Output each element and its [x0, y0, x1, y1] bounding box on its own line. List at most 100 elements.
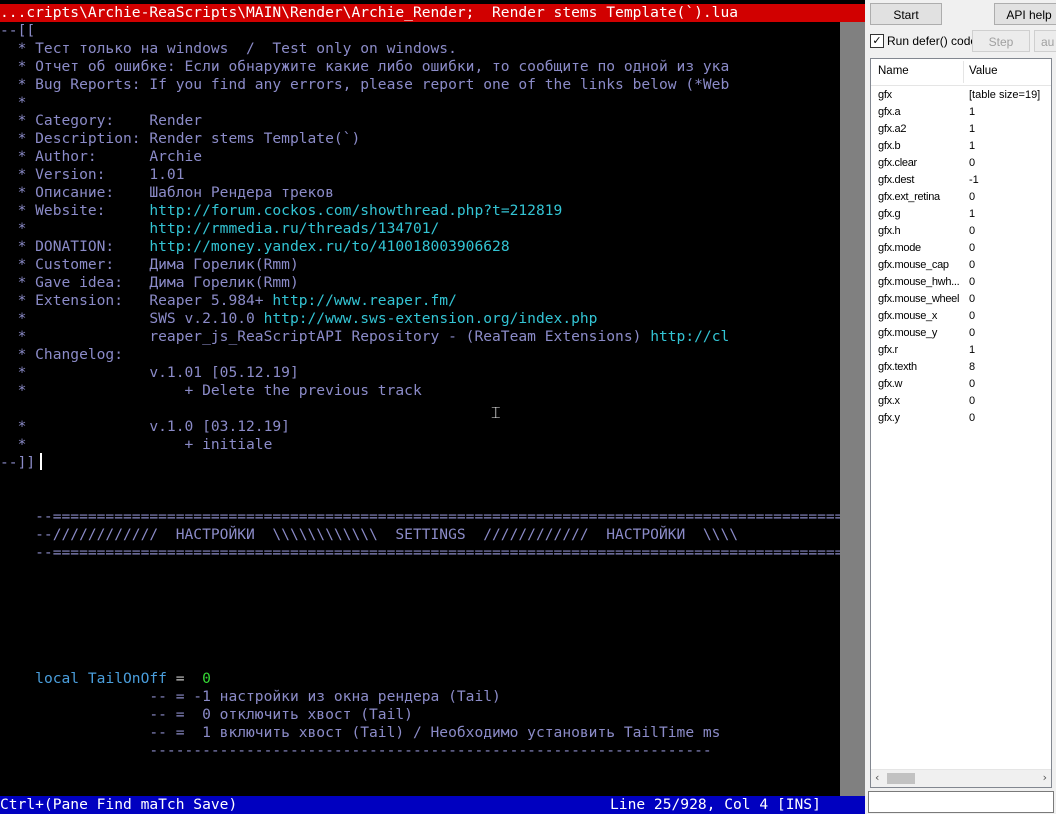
code-line[interactable]: * Version: 1.01: [0, 166, 185, 184]
code-line[interactable]: --//////////// НАСТРОЙКИ \\\\\\\\\\\\ SE…: [0, 526, 738, 544]
scroll-left-icon[interactable]: ‹: [875, 771, 879, 784]
code-token: =: [175, 670, 194, 687]
watch-value: 0: [969, 327, 976, 339]
watch-row[interactable]: gfx [table size=19]: [871, 87, 1051, 104]
code-line[interactable]: *: [0, 94, 27, 112]
watch-row[interactable]: gfx.mouse_hwh... 0: [871, 274, 1051, 291]
watch-header: Name Value: [871, 59, 1051, 86]
code-line[interactable]: * Customer: Дима Горелик(Rmm): [0, 256, 299, 274]
code-line[interactable]: --]]: [0, 454, 35, 472]
watch-row[interactable]: gfx.h 0: [871, 223, 1051, 240]
auto-button[interactable]: au: [1034, 30, 1056, 52]
code-line[interactable]: * Gave idea: Дима Горелик(Rmm): [0, 274, 299, 292]
watch-name: gfx.r: [878, 344, 898, 356]
code-token: *: [0, 94, 27, 111]
code-line[interactable]: ----------------------------------------…: [0, 742, 711, 760]
watch-row[interactable]: gfx.x 0: [871, 393, 1051, 410]
watch-row[interactable]: gfx.b 1: [871, 138, 1051, 155]
watch-row[interactable]: gfx.mouse_wheel 0: [871, 291, 1051, 308]
code-line[interactable]: * Тест только на windows / Test only on …: [0, 40, 457, 58]
code-link[interactable]: http://www.sws-extension.org/index.php: [264, 310, 598, 327]
watch-name: gfx.x: [878, 395, 900, 407]
code-line[interactable]: --======================================…: [0, 544, 840, 562]
code-token: * Customer: Дима Горелик(Rmm): [0, 256, 299, 273]
scroll-thumb[interactable]: [887, 773, 915, 784]
code-line[interactable]: * http://rmmedia.ru/threads/134701/: [0, 220, 440, 238]
code-link[interactable]: http://cl: [650, 328, 729, 345]
code-token: --]]: [0, 454, 36, 471]
code-line[interactable]: * Author: Archie: [0, 148, 203, 166]
watch-row[interactable]: gfx.a2 1: [871, 121, 1051, 138]
code-area[interactable]: --[[ * Тест только на windows / Test onl…: [0, 22, 840, 796]
code-line[interactable]: * Отчет об ошибке: Если обнаружите какие…: [0, 58, 730, 76]
code-line[interactable]: * v.1.0 [03.12.19]: [0, 418, 290, 436]
code-line[interactable]: -- = -1 настройки из окна рендера (Tail): [0, 688, 500, 706]
api-help-button[interactable]: API help: [994, 3, 1056, 25]
watch-row[interactable]: gfx.r 1: [871, 342, 1051, 359]
eval-input[interactable]: [868, 791, 1054, 813]
watch-name: gfx: [878, 89, 892, 101]
scroll-right-icon[interactable]: ›: [1043, 771, 1047, 784]
checkbox-check-icon[interactable]: ✓: [870, 34, 884, 48]
watch-row[interactable]: gfx.a 1: [871, 104, 1051, 121]
code-line[interactable]: * Changelog:: [0, 346, 123, 364]
watch-row[interactable]: gfx.mouse_x 0: [871, 308, 1051, 325]
code-line[interactable]: local TailOnOff = 0: [0, 670, 211, 688]
watch-row[interactable]: gfx.w 0: [871, 376, 1051, 393]
code-token: -- = 1 включить хвост (Tail) / Необходим…: [0, 724, 721, 741]
watch-horizontal-scrollbar[interactable]: ‹ ›: [871, 769, 1051, 787]
code-line[interactable]: * DONATION: http://money.yandex.ru/to/41…: [0, 238, 510, 256]
code-line[interactable]: * Category: Render: [0, 112, 203, 130]
watch-value: 0: [969, 310, 976, 322]
watch-row[interactable]: gfx.g 1: [871, 206, 1051, 223]
code-editor[interactable]: ...cripts\Archie-ReaScripts\MAIN\Render\…: [0, 0, 865, 814]
watch-row[interactable]: gfx.dest -1: [871, 172, 1051, 189]
watch-row[interactable]: gfx.mouse_y 0: [871, 325, 1051, 342]
watch-row[interactable]: gfx.clear 0: [871, 155, 1051, 172]
code-link[interactable]: http://rmmedia.ru/threads/134701/: [149, 220, 439, 237]
watch-list[interactable]: Name Value gfx [table size=19] gfx.a 1 gfx.a…: [870, 58, 1052, 788]
code-token: * Website:: [0, 202, 150, 219]
code-line[interactable]: * Описание: Шаблон Рендера треков: [0, 184, 334, 202]
watch-row[interactable]: gfx.y 0: [871, 410, 1051, 427]
watch-value: 1: [969, 106, 976, 118]
column-header-name[interactable]: Name: [878, 65, 909, 77]
code-line[interactable]: * SWS v.2.10.0 http://www.sws-extension.…: [0, 310, 598, 328]
column-header-value[interactable]: Value: [969, 65, 998, 77]
step-button[interactable]: Step: [972, 30, 1030, 52]
code-token: * + initiale: [0, 436, 273, 453]
code-token: * Gave idea: Дима Горелик(Rmm): [0, 274, 299, 291]
code-token: * Тест только на windows / Test only on …: [0, 40, 457, 57]
watch-row[interactable]: gfx.texth 8: [871, 359, 1051, 376]
watch-row[interactable]: gfx.mouse_cap 0: [871, 257, 1051, 274]
code-token: * Отчет об ошибке: Если обнаружите какие…: [0, 58, 730, 75]
code-line[interactable]: * Extension: Reaper 5.984+ http://www.re…: [0, 292, 457, 310]
watch-name: gfx.g: [878, 208, 901, 220]
code-token: * Author: Archie: [0, 148, 203, 165]
code-line[interactable]: --======================================…: [0, 508, 840, 526]
watch-row[interactable]: gfx.ext_retina 0: [871, 189, 1051, 206]
code-line[interactable]: -- = 0 отключить хвост (Tail): [0, 706, 413, 724]
watch-value: -1: [969, 174, 979, 186]
run-defer-checkbox[interactable]: ✓ Run defer() code: [870, 33, 977, 49]
code-line[interactable]: -- = 1 включить хвост (Tail) / Необходим…: [0, 724, 720, 742]
watch-value: 1: [969, 140, 976, 152]
code-token: local: [35, 670, 80, 687]
code-link[interactable]: http://forum.cockos.com/showthread.php?t…: [149, 202, 562, 219]
code-line[interactable]: * + Delete the previous track: [0, 382, 422, 400]
code-line[interactable]: * Bug Reports: If you find any errors, p…: [0, 76, 730, 94]
code-token: * Описание: Шаблон Рендера треков: [0, 184, 334, 201]
start-button[interactable]: Start: [870, 3, 942, 25]
watch-row[interactable]: gfx.mode 0: [871, 240, 1051, 257]
code-line[interactable]: --[[: [0, 22, 35, 40]
code-link[interactable]: http://www.reaper.fm/: [272, 292, 457, 309]
editor-vertical-scrollbar[interactable]: [840, 22, 865, 796]
code-line[interactable]: * Website: http://forum.cockos.com/showt…: [0, 202, 563, 220]
code-line[interactable]: * Description: Render stems Template(`): [0, 130, 361, 148]
code-line[interactable]: * v.1.01 [05.12.19]: [0, 364, 299, 382]
code-line[interactable]: * + initiale: [0, 436, 273, 454]
code-token: * Extension: Reaper 5.984+: [0, 292, 273, 309]
code-link[interactable]: http://money.yandex.ru/to/41001800390662…: [149, 238, 509, 255]
code-line[interactable]: * reaper_js_ReaScriptAPI Repository - (R…: [0, 328, 730, 346]
